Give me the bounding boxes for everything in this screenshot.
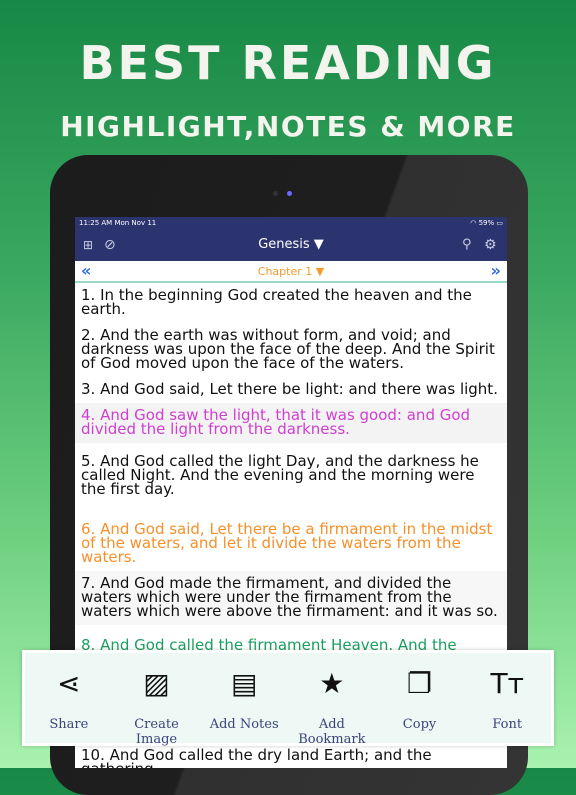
verse-3[interactable]: 3. And God said, Let there be light: and…	[75, 377, 507, 403]
nav-bar: ⊞ ⊘ Genesis ▼ ⚲ ⚙	[75, 228, 507, 261]
battery-icon: ▭	[496, 218, 503, 227]
image-edit-icon: ▨	[143, 667, 170, 700]
font-button[interactable]: Tт Font	[463, 653, 551, 743]
tool-label: Font	[492, 717, 523, 732]
battery-level: 59%	[478, 218, 495, 227]
verse-1[interactable]: 1. In the beginning God created the heav…	[75, 283, 507, 323]
chapter-selector[interactable]: Chapter 1 ▼	[258, 265, 324, 278]
verse-4[interactable]: 4. And God saw the light, that it was go…	[75, 403, 507, 443]
add-notes-button[interactable]: ▤ Add Notes	[200, 653, 288, 743]
sensor-dot	[273, 191, 278, 196]
font-icon: Tт	[490, 667, 524, 700]
verse-7[interactable]: 7. And God made the firmament, and divid…	[75, 571, 507, 625]
copy-button[interactable]: ❐ Copy	[376, 653, 464, 743]
tool-label: Add Notes	[209, 717, 279, 732]
subheadline: HIGHLIGHT,NOTES & MORE	[60, 110, 516, 143]
verse-2[interactable]: 2. And the earth was without form, and v…	[75, 323, 507, 377]
verse-5[interactable]: 5. And God called the light Day, and the…	[75, 443, 507, 503]
status-time: 11:25 AM Mon Nov 11	[79, 218, 157, 227]
action-toolbar: ⋖ Share ▨ Create Image ▤ Add Notes ★ Add Bookma…	[22, 650, 554, 747]
status-bar: 11:25 AM Mon Nov 11 ◠ 59% ▭	[75, 217, 507, 228]
previous-chapter-icon[interactable]: «	[81, 261, 91, 280]
tool-label: Create Image	[134, 717, 179, 747]
star-icon: ★	[319, 667, 345, 700]
gear-icon[interactable]: ⚙	[484, 237, 497, 253]
tool-label: Share	[49, 717, 89, 732]
book-selector[interactable]: Genesis ▼	[75, 237, 507, 252]
copy-icon: ❐	[406, 667, 433, 700]
tool-label: Copy	[402, 717, 437, 732]
add-bookmark-button[interactable]: ★ Add Bookmark	[288, 653, 376, 747]
chapter-bar: « Chapter 1 ▼ »	[75, 261, 507, 283]
share-icon: ⋖	[57, 667, 81, 700]
create-image-button[interactable]: ▨ Create Image	[113, 653, 201, 747]
share-button[interactable]: ⋖ Share	[25, 653, 113, 743]
next-chapter-icon[interactable]: »	[491, 261, 501, 280]
wifi-icon: ◠	[470, 218, 479, 227]
headline: BEST READING	[79, 36, 497, 90]
tool-label: Add Bookmark	[298, 717, 366, 747]
verse-list: 1. In the beginning God created the heav…	[75, 283, 507, 673]
search-icon[interactable]: ⚲	[462, 237, 472, 252]
notes-icon: ▤	[230, 667, 258, 700]
verse-6[interactable]: 6. And God said, Let there be a firmamen…	[75, 503, 507, 571]
camera-dot	[287, 191, 292, 196]
